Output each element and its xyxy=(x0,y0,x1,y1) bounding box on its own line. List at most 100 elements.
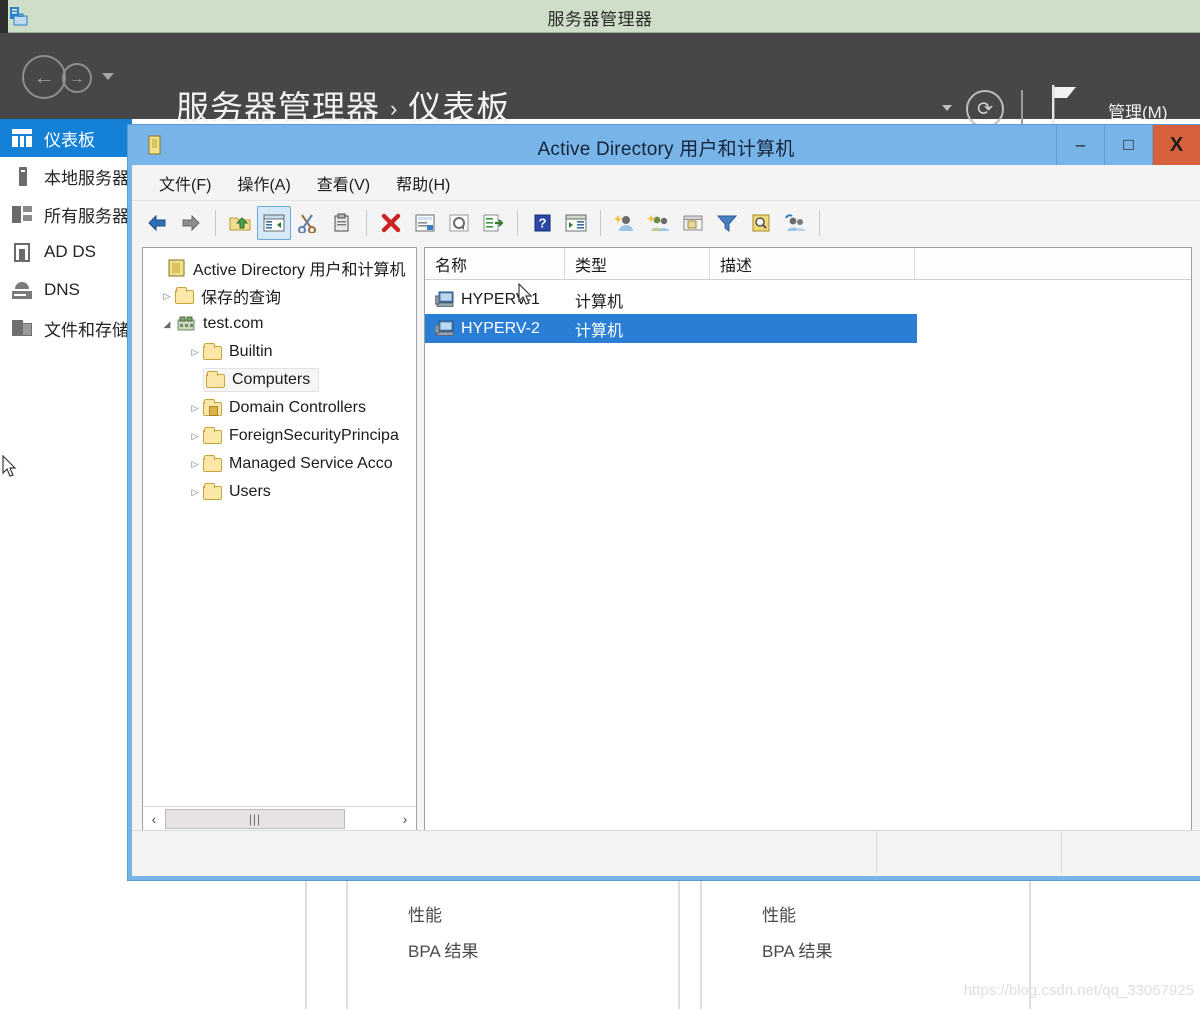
sidebar-item-file-and-storage[interactable]: 文件和存储 xyxy=(0,309,132,347)
menu-file[interactable]: 文件(F) xyxy=(146,171,224,195)
details-list-pane: 名称 类型 描述 HYPERV-1 计算机 HYPERV-2 计算机 xyxy=(424,247,1192,831)
tree-twisty-expanded-icon[interactable]: ◢ xyxy=(159,319,175,330)
close-button[interactable]: X xyxy=(1152,125,1200,165)
sidebar-item-label: 仪表板 xyxy=(44,130,95,150)
table-row[interactable]: HYPERV-1 计算机 xyxy=(425,285,1191,314)
tree-twisty-collapsed-icon[interactable]: ▷ xyxy=(187,431,203,442)
tile-subtitle-bpa: BPA 结果 xyxy=(762,942,833,961)
status-cell xyxy=(1062,831,1200,873)
properties-icon[interactable] xyxy=(408,206,442,240)
toolbar-separator xyxy=(517,210,518,236)
toolbar: ? xyxy=(132,201,1200,245)
scroll-right-button[interactable]: › xyxy=(394,808,416,830)
sidebar-item-local-server[interactable]: 本地服务器 xyxy=(0,157,132,195)
toolbar-separator xyxy=(366,210,367,236)
back-arrow-icon[interactable]: ← xyxy=(22,55,66,99)
cut-icon[interactable] xyxy=(291,206,325,240)
delete-icon[interactable] xyxy=(374,206,408,240)
tile-subtitle-bpa: BPA 结果 xyxy=(408,942,479,961)
filter-icon[interactable] xyxy=(710,206,744,240)
show-console-tree-icon[interactable] xyxy=(559,206,593,240)
table-row[interactable]: HYPERV-2 计算机 xyxy=(425,314,917,343)
tree-node-users[interactable]: ▷ Users xyxy=(147,478,416,506)
folder-icon xyxy=(203,483,223,500)
status-cell xyxy=(877,831,1062,873)
tree-node-builtin[interactable]: ▷ Builtin xyxy=(147,338,416,366)
dashboard-icon xyxy=(10,127,36,149)
tile-divider xyxy=(305,879,307,1009)
tree-twisty-collapsed-icon[interactable]: ▷ xyxy=(187,403,203,414)
tile-title-performance: 性能 xyxy=(762,906,796,925)
new-group-icon[interactable] xyxy=(642,206,676,240)
folder-icon xyxy=(203,427,223,444)
find-icon[interactable] xyxy=(744,206,778,240)
breadcrumb-separator: › xyxy=(390,96,399,121)
folder-icon xyxy=(203,455,223,472)
window-controls: – □ X xyxy=(1056,125,1200,165)
tree-twisty-collapsed-icon[interactable]: ▷ xyxy=(159,291,175,302)
forward-arrow-icon[interactable] xyxy=(174,206,208,240)
maximize-button[interactable]: □ xyxy=(1104,125,1152,165)
column-header-type[interactable]: 类型 xyxy=(565,248,710,279)
paste-icon[interactable] xyxy=(325,206,359,240)
show-hide-tree-icon[interactable] xyxy=(257,206,291,240)
new-user-icon[interactable] xyxy=(608,206,642,240)
tree-node-console-root[interactable]: Active Directory 用户和计算机 xyxy=(147,254,416,282)
scroll-track[interactable] xyxy=(345,809,394,829)
tree-twisty-collapsed-icon[interactable]: ▷ xyxy=(187,487,203,498)
tree-node-label: Computers xyxy=(232,371,311,388)
sidebar-item-label: 本地服务器 xyxy=(44,168,129,188)
server-manager-title: 服务器管理器 xyxy=(547,10,653,29)
navigation-buttons: ← → xyxy=(22,55,118,99)
folder-icon xyxy=(175,287,195,304)
column-header-name[interactable]: 名称 xyxy=(425,248,565,279)
dialog-titlebar[interactable]: Active Directory 用户和计算机 – □ X xyxy=(132,125,1200,165)
tree-node-foreign-security-principals[interactable]: ▷ ForeignSecurityPrincipa xyxy=(147,422,416,450)
sidebar-item-all-servers[interactable]: 所有服务器 xyxy=(0,195,132,233)
tree-node-saved-queries[interactable]: ▷ 保存的查询 xyxy=(147,282,416,310)
menu-help[interactable]: 帮助(H) xyxy=(383,171,463,195)
file-storage-icon xyxy=(10,317,36,339)
manage-menu-button[interactable]: 管理(M) xyxy=(1108,98,1167,123)
help-icon[interactable]: ? xyxy=(525,206,559,240)
breadcrumb-root[interactable]: 服务器管理器 xyxy=(176,89,380,126)
tree-node-label: Active Directory 用户和计算机 xyxy=(193,262,406,279)
up-one-level-icon[interactable] xyxy=(223,206,257,240)
tree-node-managed-service-accounts[interactable]: ▷ Managed Service Acco xyxy=(147,450,416,478)
sidebar-item-dns[interactable]: DNS xyxy=(0,271,132,309)
tree-twisty-collapsed-icon[interactable]: ▷ xyxy=(187,347,203,358)
tree-node-computers[interactable]: Computers xyxy=(147,366,416,394)
chevron-down-icon[interactable] xyxy=(102,73,114,80)
sidebar-item-ad-ds[interactable]: AD DS xyxy=(0,233,132,271)
menu-action[interactable]: 操作(A) xyxy=(224,171,303,195)
column-header-description[interactable]: 描述 xyxy=(710,248,915,279)
saved-query-users-icon[interactable] xyxy=(778,206,812,240)
dashboard-tiles-backdrop: 性能 BPA 结果 性能 BPA 结果 https://blog.csdn.ne… xyxy=(0,879,1200,1009)
export-list-icon[interactable] xyxy=(476,206,510,240)
screen: 服务器管理器 ← → 服务器管理器 › 仪表板 ⟳ 管理(M) 仪表板 本地服务器 xyxy=(0,0,1200,1009)
refresh-icon[interactable] xyxy=(442,206,476,240)
domain-icon xyxy=(175,315,197,333)
scroll-left-button[interactable]: ‹ xyxy=(143,808,165,830)
header-chevron-down-icon[interactable] xyxy=(942,105,952,111)
ad-ds-icon xyxy=(10,241,36,263)
list-header-row: 名称 类型 描述 xyxy=(425,248,1191,280)
minimize-button[interactable]: – xyxy=(1056,125,1104,165)
cell-type: 计算机 xyxy=(575,293,624,311)
tree-node-domain-controllers[interactable]: ▷ Domain Controllers xyxy=(147,394,416,422)
tree-node-label: test.com xyxy=(203,315,264,332)
scroll-thumb[interactable]: ||| xyxy=(165,808,345,829)
tree-horizontal-scrollbar[interactable]: ‹ ||| › xyxy=(143,806,416,830)
panes: Active Directory 用户和计算机 ▷ 保存的查询 ◢ test.c… xyxy=(142,247,1192,831)
sidebar-item-dashboard[interactable]: 仪表板 xyxy=(0,119,132,157)
tree-node-label: Managed Service Acco xyxy=(229,455,393,472)
new-ou-icon[interactable] xyxy=(676,206,710,240)
tree-twisty-collapsed-icon[interactable]: ▷ xyxy=(187,459,203,470)
forward-arrow-icon[interactable]: → xyxy=(62,63,92,93)
refresh-icon[interactable]: ⟳ xyxy=(966,90,1004,128)
back-arrow-icon[interactable] xyxy=(140,206,174,240)
menu-view[interactable]: 查看(V) xyxy=(304,171,383,195)
tile-divider xyxy=(700,879,702,1009)
tree-node-test-com[interactable]: ◢ test.com xyxy=(147,310,416,338)
folder-ou-icon xyxy=(203,399,223,416)
